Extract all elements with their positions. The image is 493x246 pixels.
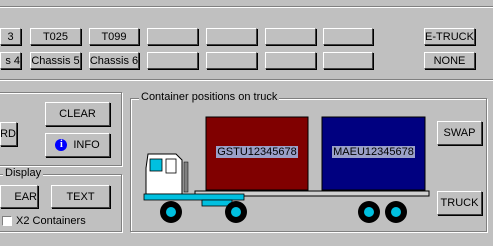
container-1-id[interactable]: GSTU12345678 [206, 142, 308, 162]
cab-window [149, 158, 163, 172]
chassis-button-empty-3[interactable] [265, 52, 316, 69]
truck-button-1[interactable]: 3 [0, 28, 21, 45]
container-1-id-text: GSTU12345678 [216, 146, 298, 158]
rd-button[interactable]: RD [0, 122, 17, 146]
swap-button[interactable]: SWAP [437, 121, 482, 145]
clear-button[interactable]: CLEAR [45, 102, 110, 126]
top-separator [0, 6, 493, 8]
section-separator [0, 79, 493, 81]
chassis-button-empty-1[interactable] [147, 52, 198, 69]
info-icon: i [55, 139, 68, 151]
chassis-button-empty-4[interactable] [323, 52, 373, 69]
truck-button-empty-2[interactable] [206, 28, 257, 45]
container-positions-title: Container positions on truck [139, 91, 280, 103]
truck-button-empty-4[interactable] [323, 28, 373, 45]
info-button[interactable]: i INFO [45, 133, 110, 157]
truck-frame [143, 193, 245, 201]
x2-containers-checkbox[interactable] [2, 216, 12, 226]
info-label: INFO [73, 139, 100, 151]
chassis-button-5[interactable]: Chassis 5 [30, 52, 81, 69]
chassis-button-6[interactable]: Chassis 6 [89, 52, 139, 69]
cab-door-window [165, 158, 177, 174]
exhaust-stack [183, 161, 189, 193]
container-2-id[interactable]: MAEU12345678 [322, 142, 425, 162]
truck-button-t025[interactable]: T025 [30, 28, 81, 45]
truck-button-empty-3[interactable] [265, 28, 316, 45]
x2-containers-label: X2 Containers [16, 215, 86, 227]
text-button[interactable]: TEXT [51, 185, 110, 208]
none-button[interactable]: NONE [424, 52, 475, 69]
e-truck-button[interactable]: E-TRUCK [424, 28, 475, 45]
truck-button[interactable]: TRUCK [437, 191, 482, 215]
truck-button-empty-1[interactable] [147, 28, 198, 45]
display-group-title: Display [3, 167, 44, 179]
chassis-button-empty-2[interactable] [206, 52, 257, 69]
truck-button-t099[interactable]: T099 [89, 28, 139, 45]
display-clear-button[interactable]: EAR [0, 185, 38, 208]
wheels [160, 201, 407, 223]
truck-illustration [143, 116, 430, 223]
chassis-button-4[interactable]: s 4 [0, 52, 21, 69]
container-2-id-text: MAEU12345678 [332, 146, 415, 158]
